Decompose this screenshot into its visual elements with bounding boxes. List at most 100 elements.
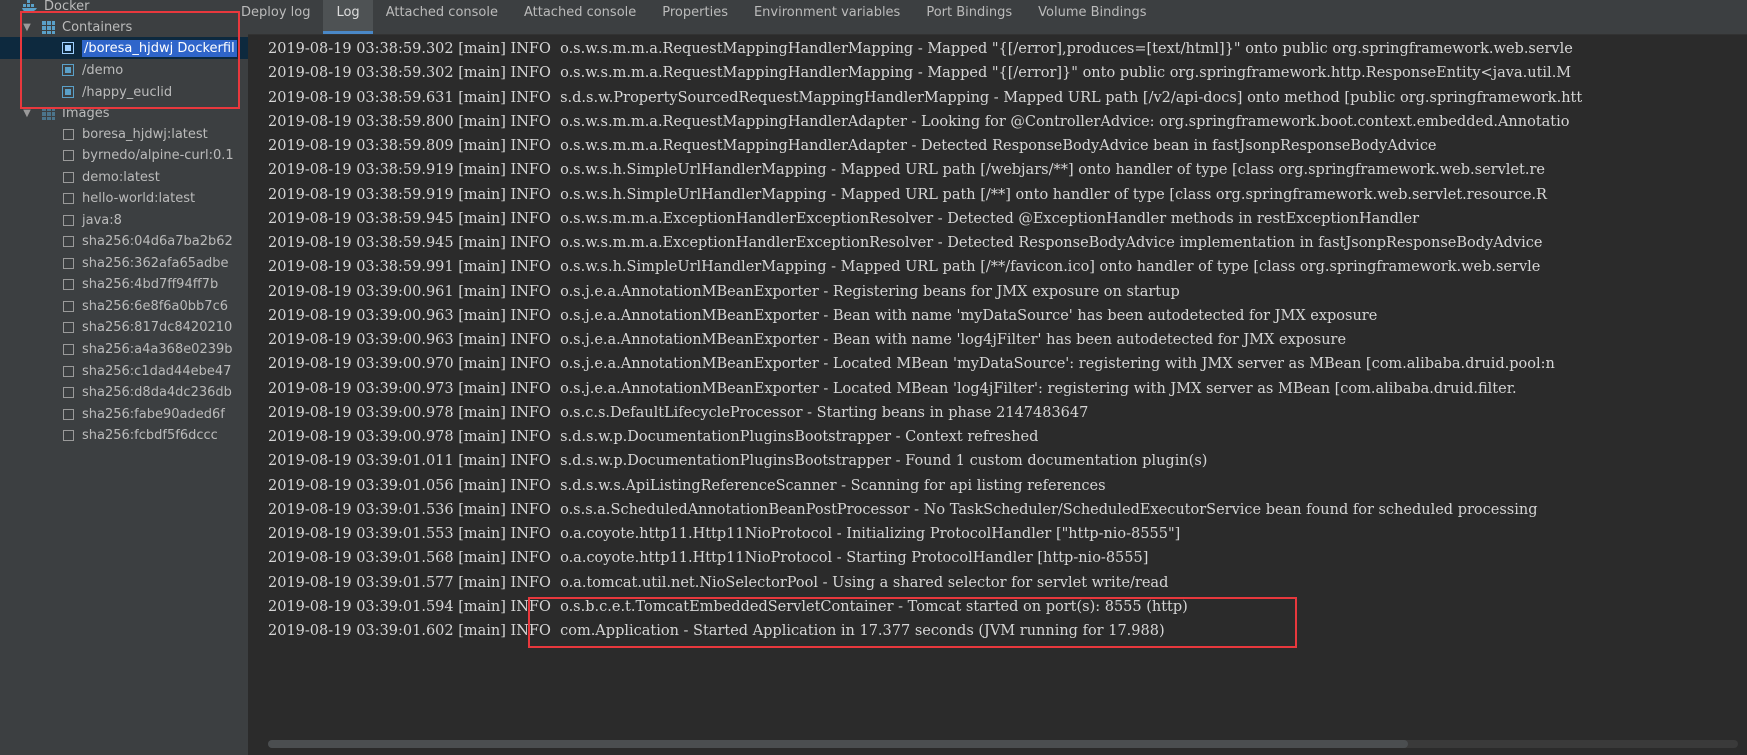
- image-label: sha256:c1dad44ebe47: [82, 363, 232, 379]
- tab-port-bindings[interactable]: Port Bindings: [913, 0, 1025, 29]
- image-label: boresa_hjdwj:latest: [82, 126, 208, 142]
- image-label: sha256:a4a368e0239b: [82, 342, 233, 357]
- tree-node-containers[interactable]: ▼ Containers: [0, 16, 248, 38]
- tab-properties[interactable]: Properties: [649, 0, 741, 29]
- image-label: byrnedo/alpine-curl:0.1: [82, 148, 234, 164]
- log-line: 2019-08-19 03:39:00.978 [main] INFO o.s.…: [268, 404, 1089, 421]
- container-item[interactable]: /demo: [0, 59, 248, 81]
- log-line: 2019-08-19 03:39:00.973 [main] INFO o.s.…: [268, 380, 1517, 397]
- image-label: sha256:362afa65adbe: [82, 255, 229, 271]
- log-console[interactable]: 2019-08-19 03:38:59.302 [main] INFO o.s.…: [248, 35, 1747, 755]
- image-icon: [63, 214, 74, 226]
- image-item[interactable]: sha256:6e8f6a0bb7c6: [0, 295, 248, 317]
- log-line: 2019-08-19 03:39:00.961 [main] INFO o.s.…: [268, 283, 1180, 300]
- log-line: 2019-08-19 03:39:01.553 [main] INFO o.a.…: [268, 526, 1181, 542]
- container-item[interactable]: /boresa_hjdwj Dockerfil: [0, 37, 248, 59]
- image-icon: [63, 171, 74, 183]
- log-line: 2019-08-19 03:38:59.302 [main] INFO o.s.…: [268, 65, 1572, 82]
- container-label: /demo: [82, 62, 124, 78]
- image-item[interactable]: sha256:a4a368e0239b: [0, 339, 248, 361]
- image-icon: [63, 344, 74, 355]
- image-item[interactable]: sha256:c1dad44ebe47: [0, 360, 248, 382]
- container-label: /boresa_hjdwj Dockerfil: [82, 39, 237, 57]
- log-line: 2019-08-19 03:38:59.919 [main] INFO o.s.…: [268, 186, 1547, 203]
- image-icon: [63, 279, 74, 291]
- log-line: 2019-08-19 03:39:01.594 [main] INFO o.s.…: [268, 598, 1188, 615]
- expanded-arrow-icon[interactable]: ▼: [20, 108, 34, 119]
- tree-node-images[interactable]: ▼ Images: [0, 102, 248, 124]
- image-icon: [63, 150, 74, 162]
- image-item[interactable]: byrnedo/alpine-curl:0.1: [0, 145, 248, 167]
- image-item[interactable]: hello-world:latest: [0, 188, 248, 210]
- log-line: 2019-08-19 03:39:01.568 [main] INFO o.a.…: [268, 550, 1149, 567]
- log-line: 2019-08-19 03:39:01.536 [main] INFO o.s.…: [268, 501, 1538, 518]
- tree-node-docker[interactable]: Docker: [0, 0, 248, 17]
- image-label: hello-world:latest: [82, 191, 196, 207]
- log-line: 2019-08-19 03:39:01.577 [main] INFO o.a.…: [268, 574, 1169, 591]
- image-item[interactable]: sha256:362afa65adbe: [0, 252, 248, 274]
- image-icon: [63, 322, 74, 334]
- containers-grid-icon: [42, 20, 55, 34]
- docker-tree-sidebar: Docker ▼ Containers /boresa_hjdwj Docker…: [0, 0, 248, 755]
- expanded-arrow-icon[interactable]: ▼: [20, 22, 34, 33]
- log-line: 2019-08-19 03:38:59.809 [main] INFO o.s.…: [268, 138, 1437, 154]
- image-label: demo:latest: [82, 169, 160, 185]
- image-label: sha256:4bd7ff94ff7b: [82, 277, 219, 293]
- log-line: 2019-08-19 03:39:01.011 [main] INFO s.d.…: [268, 453, 1208, 470]
- log-line: 2019-08-19 03:38:59.631 [main] INFO s.d.…: [268, 89, 1583, 106]
- image-item[interactable]: demo:latest: [0, 166, 248, 188]
- image-icon: [63, 236, 74, 248]
- image-item[interactable]: java:8: [0, 209, 248, 231]
- image-icon: [63, 387, 74, 399]
- image-icon: [63, 257, 74, 269]
- log-line: 2019-08-19 03:39:00.978 [main] INFO s.d.…: [268, 429, 1039, 445]
- container-icon: [62, 42, 74, 54]
- image-icon: [63, 193, 74, 205]
- log-line: 2019-08-19 03:39:00.970 [main] INFO o.s.…: [268, 356, 1555, 373]
- image-item[interactable]: sha256:fabe90aded6f: [0, 403, 248, 425]
- image-item[interactable]: sha256:d8da4dc236db: [0, 382, 248, 404]
- tab-environment-variables[interactable]: Environment variables: [741, 0, 913, 29]
- log-line: 2019-08-19 03:38:59.800 [main] INFO o.s.…: [268, 113, 1570, 130]
- container-label: /happy_euclid: [82, 84, 173, 100]
- log-line: 2019-08-19 03:39:00.963 [main] INFO o.s.…: [268, 307, 1378, 324]
- image-item[interactable]: sha256:fcbdf5f6dccc: [0, 425, 248, 447]
- tree-node-containers-label: Containers: [62, 19, 133, 35]
- tab-volume-bindings[interactable]: Volume Bindings: [1025, 0, 1159, 29]
- image-icon: [63, 430, 74, 442]
- image-item[interactable]: sha256:04d6a7ba2b62: [0, 231, 248, 253]
- horizontal-scrollbar[interactable]: [268, 740, 1738, 748]
- image-label: sha256:d8da4dc236db: [82, 385, 232, 401]
- tab-attached-console[interactable]: Attached console: [373, 0, 511, 29]
- image-label: sha256:6e8f6a0bb7c6: [82, 298, 228, 314]
- image-icon: [63, 408, 74, 420]
- log-line: 2019-08-19 03:38:59.945 [main] INFO o.s.…: [268, 235, 1543, 251]
- image-item[interactable]: boresa_hjdwj:latest: [0, 123, 248, 145]
- container-icon: [62, 86, 74, 98]
- image-label: sha256:817dc8420210: [82, 320, 233, 336]
- container-icon: [62, 64, 74, 76]
- image-item[interactable]: sha256:4bd7ff94ff7b: [0, 274, 248, 296]
- tool-window-tab-bar: Deploy log Log Attached console Attached co…: [241, 0, 1747, 35]
- container-item[interactable]: /happy_euclid: [0, 81, 248, 103]
- tab-attached-console[interactable]: Attached console: [511, 0, 649, 29]
- log-line: 2019-08-19 03:38:59.991 [main] INFO o.s.…: [268, 259, 1541, 276]
- tree-node-docker-label: Docker: [44, 0, 90, 14]
- tab-log[interactable]: Log: [323, 0, 373, 34]
- log-line: 2019-08-19 03:38:59.302 [main] INFO o.s.…: [268, 41, 1573, 57]
- image-item[interactable]: sha256:817dc8420210: [0, 317, 248, 339]
- image-icon: [63, 365, 74, 377]
- scrollbar-thumb[interactable]: [268, 740, 1408, 748]
- tab-deploy-log[interactable]: Deploy log: [228, 0, 323, 29]
- log-line: 2019-08-19 03:38:59.919 [main] INFO o.s.…: [268, 162, 1545, 179]
- log-line: 2019-08-19 03:38:59.945 [main] INFO o.s.…: [268, 210, 1420, 227]
- image-label: sha256:fabe90aded6f: [82, 406, 225, 422]
- image-icon: [63, 300, 74, 312]
- image-icon: [63, 128, 74, 140]
- log-line: 2019-08-19 03:39:01.056 [main] INFO s.d.…: [268, 477, 1106, 494]
- docker-icon: [22, 0, 37, 12]
- images-grid-icon: [42, 106, 55, 120]
- image-label: sha256:04d6a7ba2b62: [82, 234, 233, 250]
- image-label: java:8: [82, 212, 122, 228]
- image-label: sha256:fcbdf5f6dccc: [82, 428, 218, 444]
